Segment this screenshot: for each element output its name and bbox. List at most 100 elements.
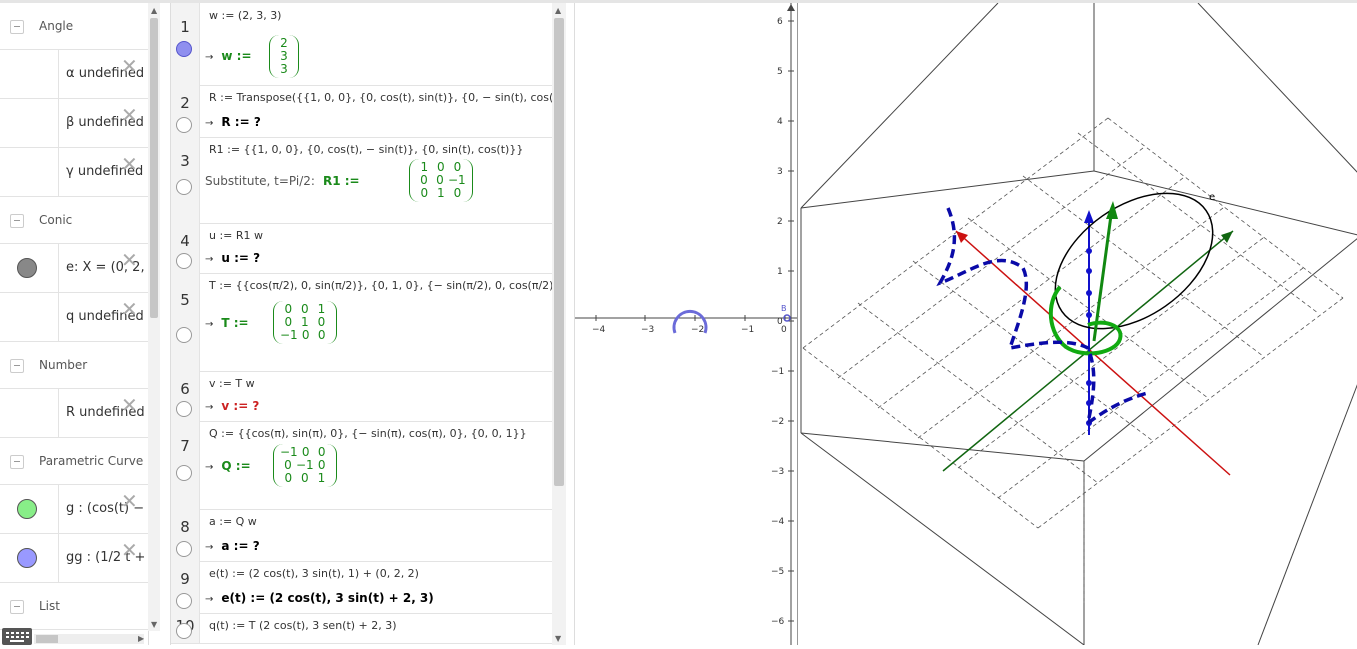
- cas-scroll-thumb[interactable]: [554, 18, 564, 486]
- cas-input[interactable]: R1 := {{1, 0, 0}, {0, cos(t), − sin(t)},…: [209, 143, 523, 156]
- category-header[interactable]: Number: [0, 342, 148, 389]
- row-number-cell[interactable]: 4: [171, 223, 200, 273]
- row-number-cell[interactable]: 10: [171, 613, 200, 643]
- algebra-item[interactable]: R undefined ✕: [0, 389, 148, 438]
- grid-plane: [802, 117, 1344, 603]
- row-marble-icon[interactable]: [176, 465, 192, 481]
- cas-row[interactable]: 2 R := Transpose({{1, 0, 0}, {0, cos(t), …: [171, 85, 553, 138]
- row-marble-icon[interactable]: [176, 117, 192, 133]
- cas-input[interactable]: q(t) := T (2 cos(t), 3 sen(t) + 2, 3): [209, 619, 397, 632]
- graphics-view-3d[interactable]: e: [797, 2, 1357, 646]
- row-marble-icon[interactable]: [176, 593, 192, 609]
- cas-input[interactable]: w := (2, 3, 3): [209, 9, 281, 22]
- algebra-item[interactable]: e: X = (0, 2, ✕: [0, 244, 148, 293]
- cas-input[interactable]: a := Q w: [209, 515, 257, 528]
- visibility-toggle-icon[interactable]: [17, 499, 37, 519]
- scroll-down-icon[interactable]: ▼: [151, 620, 157, 629]
- row-number-cell[interactable]: 7: [171, 421, 200, 509]
- graphics-view-2d[interactable]: −4 −3 −2 −1 0 6 5 4 3 2 1 0 −1 −2 −3 −4 −5 −6 B: [574, 3, 797, 645]
- graphics-3d-canvas[interactable]: e: [798, 2, 1357, 646]
- close-icon[interactable]: ✕: [121, 154, 138, 174]
- cas-row[interactable]: 10 q(t) := T (2 cos(t), 3 sen(t) + 2, 3): [171, 613, 553, 644]
- algebra-item[interactable]: g : (cos(t) − ✕: [0, 485, 148, 534]
- row-marble-icon[interactable]: [176, 401, 192, 417]
- cas-input[interactable]: T := {{cos(π/2), 0, sin(π/2)}, {0, 1, 0}…: [209, 279, 553, 292]
- category-header[interactable]: Angle: [0, 3, 148, 50]
- cas-scroll-down-icon[interactable]: ▼: [555, 634, 561, 643]
- close-icon[interactable]: ✕: [121, 540, 138, 560]
- curve-gg[interactable]: [936, 207, 1149, 428]
- row-marble-icon[interactable]: [176, 253, 192, 269]
- cas-input[interactable]: v := T w: [209, 377, 255, 390]
- algebra-item[interactable]: α undefined ✕: [0, 50, 148, 99]
- arrow-icon: →: [205, 52, 214, 63]
- cas-row[interactable]: 4 u := R1 w → u := ?: [171, 223, 553, 274]
- visibility-toggle-icon[interactable]: [17, 258, 37, 278]
- algebra-item[interactable]: gg : (1/2 t + 2 ✕: [0, 534, 148, 583]
- scroll-right-icon[interactable]: ▶: [138, 634, 144, 643]
- close-icon[interactable]: ✕: [121, 299, 138, 319]
- row-number-cell[interactable]: 9: [171, 561, 200, 613]
- ellipse-e[interactable]: [1030, 165, 1237, 356]
- collapse-icon[interactable]: [10, 359, 24, 373]
- arrow-icon: →: [205, 462, 214, 473]
- algebra-view[interactable]: Angle α undefined ✕ β undefined ✕ γ undefined…: [0, 3, 149, 645]
- row-number-cell[interactable]: 5: [171, 273, 200, 371]
- cas-input[interactable]: e(t) := (2 cos(t), 3 sin(t), 1) + (0, 2,…: [209, 567, 419, 580]
- row-marble-icon[interactable]: [176, 327, 192, 343]
- cas-row[interactable]: 1 w := (2, 3, 3) → w := 2 3 3: [171, 3, 553, 86]
- graphics-2d-canvas[interactable]: −4 −3 −2 −1 0 6543210−1−2−3−4−5−6 B: [575, 3, 797, 645]
- row-number: 7: [180, 437, 190, 455]
- row-marble-icon[interactable]: [176, 541, 192, 557]
- cas-row[interactable]: 3 R1 := {{1, 0, 0}, {0, cos(t), − sin(t)}…: [171, 137, 553, 224]
- category-header[interactable]: Conic: [0, 197, 148, 244]
- algebra-scroll-thumb[interactable]: [150, 18, 158, 318]
- algebra-item[interactable]: β undefined ✕: [0, 99, 148, 148]
- close-icon[interactable]: ✕: [121, 491, 138, 511]
- keyboard-icon[interactable]: [2, 628, 32, 645]
- row-number: 4: [180, 232, 190, 250]
- category-label: Conic: [39, 213, 73, 227]
- algebra-item[interactable]: γ undefined ✕: [0, 148, 148, 197]
- close-icon[interactable]: ✕: [121, 250, 138, 270]
- cas-row[interactable]: 9 e(t) := (2 cos(t), 3 sin(t), 1) + (0, 2…: [171, 561, 553, 614]
- collapse-icon[interactable]: [10, 455, 24, 469]
- cas-view[interactable]: 1 w := (2, 3, 3) → w := 2 3 3 2 R := Transpose({…: [170, 3, 553, 645]
- row-number-cell[interactable]: 3: [171, 137, 200, 223]
- collapse-icon[interactable]: [10, 214, 24, 228]
- row-marble-icon[interactable]: [176, 41, 192, 57]
- row-marble-icon[interactable]: [176, 623, 192, 639]
- cas-input[interactable]: R := Transpose({{1, 0, 0}, {0, cos(t), s…: [209, 91, 553, 104]
- algebra-hscroll-thumb[interactable]: [36, 635, 58, 643]
- matrix-cell: 0: [453, 186, 462, 200]
- row-number-cell[interactable]: 6: [171, 371, 200, 421]
- cas-row[interactable]: 7 Q := {{cos(π), sin(π), 0}, {− sin(π), c…: [171, 421, 553, 510]
- y-tick-label: −2: [771, 417, 784, 427]
- arrow-icon: →: [205, 319, 214, 330]
- row-number-cell[interactable]: 2: [171, 85, 200, 137]
- close-icon[interactable]: ✕: [121, 56, 138, 76]
- algebra-item[interactable]: q undefined ✕: [0, 293, 148, 342]
- cas-row[interactable]: 5 T := {{cos(π/2), 0, sin(π/2)}, {0, 1, 0…: [171, 273, 553, 372]
- cas-row[interactable]: 6 v := T w → v := ?: [171, 371, 553, 422]
- row-number-cell[interactable]: 1: [171, 3, 200, 85]
- y-axis-arrow-icon: [787, 4, 795, 11]
- arrow-icon: →: [205, 254, 214, 265]
- collapse-icon[interactable]: [10, 600, 24, 614]
- cas-input[interactable]: u := R1 w: [209, 229, 263, 242]
- category-label: List: [39, 599, 60, 613]
- row-number-cell[interactable]: 8: [171, 509, 200, 561]
- scroll-up-icon[interactable]: ▲: [151, 6, 157, 15]
- close-icon[interactable]: ✕: [121, 105, 138, 125]
- collapse-icon[interactable]: [10, 20, 24, 34]
- row-marble-icon[interactable]: [176, 179, 192, 195]
- cas-input[interactable]: Q := {{cos(π), sin(π), 0}, {− sin(π), co…: [209, 427, 527, 440]
- category-header[interactable]: List: [0, 583, 148, 630]
- category-header[interactable]: Parametric Curve: [0, 438, 148, 485]
- close-icon[interactable]: ✕: [121, 395, 138, 415]
- cas-scroll-up-icon[interactable]: ▲: [555, 6, 561, 15]
- row-number: 3: [180, 152, 190, 170]
- visibility-toggle-icon[interactable]: [17, 548, 37, 568]
- cas-output-label: v := ?: [221, 399, 260, 413]
- cas-row[interactable]: 8 a := Q w → a := ?: [171, 509, 553, 562]
